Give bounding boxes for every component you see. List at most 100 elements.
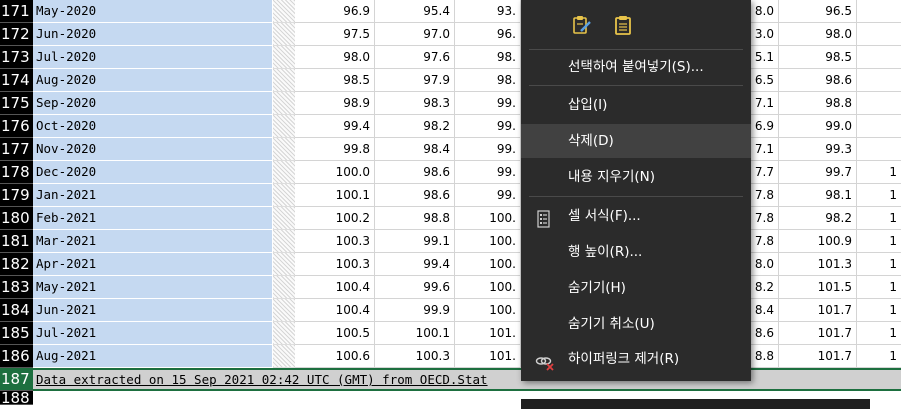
date-cell[interactable]: Jan-2021: [33, 184, 273, 207]
date-cell[interactable]: Aug-2020: [33, 69, 273, 92]
value-cell[interactable]: 99.: [455, 92, 521, 115]
row-header[interactable]: 176: [0, 115, 33, 138]
value-cell[interactable]: 98.1: [779, 184, 857, 207]
value-cell[interactable]: 101.7: [779, 322, 857, 345]
menu-item-remove-hyperlink[interactable]: 하이퍼링크 제거(R): [521, 342, 751, 376]
value-cell[interactable]: 96.9: [295, 0, 375, 23]
date-cell[interactable]: Sep-2020: [33, 92, 273, 115]
value-cell[interactable]: 100.: [455, 253, 521, 276]
value-cell[interactable]: 97.6: [375, 46, 455, 69]
date-cell[interactable]: Nov-2020: [33, 138, 273, 161]
hatched-cell[interactable]: [273, 69, 295, 92]
date-cell[interactable]: Dec-2020: [33, 161, 273, 184]
value-cell[interactable]: [857, 69, 901, 92]
value-cell[interactable]: [857, 46, 901, 69]
date-cell[interactable]: Jul-2020: [33, 46, 273, 69]
value-cell[interactable]: [857, 92, 901, 115]
date-cell[interactable]: Jun-2021: [33, 299, 273, 322]
value-cell[interactable]: [857, 115, 901, 138]
value-cell[interactable]: 98.: [455, 69, 521, 92]
menu-item-row-height[interactable]: 행 높이(R)...: [521, 235, 751, 269]
value-cell[interactable]: 99.4: [375, 253, 455, 276]
hatched-cell[interactable]: [273, 230, 295, 253]
hatched-cell[interactable]: [273, 115, 295, 138]
date-cell[interactable]: Jul-2021: [33, 322, 273, 345]
value-cell[interactable]: 93.: [455, 0, 521, 23]
value-cell[interactable]: 100.4: [295, 276, 375, 299]
value-cell[interactable]: 99.9: [375, 299, 455, 322]
value-cell[interactable]: 101.7: [779, 345, 857, 368]
value-cell[interactable]: [857, 0, 901, 23]
value-cell[interactable]: 101.3: [779, 253, 857, 276]
value-cell[interactable]: 99.: [455, 184, 521, 207]
value-cell[interactable]: 100.3: [295, 253, 375, 276]
value-cell[interactable]: 98.0: [779, 23, 857, 46]
value-cell[interactable]: 100.4: [295, 299, 375, 322]
date-cell[interactable]: Mar-2021: [33, 230, 273, 253]
value-cell[interactable]: 97.5: [295, 23, 375, 46]
hatched-cell[interactable]: [273, 322, 295, 345]
menu-item-format-cells[interactable]: 셀 서식(F)...: [521, 199, 751, 233]
value-cell[interactable]: 98.8: [779, 92, 857, 115]
date-cell[interactable]: May-2020: [33, 0, 273, 23]
value-cell[interactable]: 98.6: [779, 69, 857, 92]
clipboard-icon[interactable]: [612, 14, 634, 36]
menu-item-clear-contents[interactable]: 내용 지우기(N): [521, 160, 751, 194]
value-cell[interactable]: 96.5: [779, 0, 857, 23]
value-cell[interactable]: 1: [857, 299, 901, 322]
source-note-cell[interactable]: Data extracted on 15 Sep 2021 02:42 UTC …: [33, 368, 901, 391]
value-cell[interactable]: 1: [857, 230, 901, 253]
value-cell[interactable]: 101.5: [779, 276, 857, 299]
row-header[interactable]: 183: [0, 276, 33, 299]
menu-item-hide[interactable]: 숨기기(H): [521, 271, 751, 305]
row-header[interactable]: 179: [0, 184, 33, 207]
value-cell[interactable]: 1: [857, 184, 901, 207]
value-cell[interactable]: 100.3: [295, 230, 375, 253]
hatched-cell[interactable]: [273, 299, 295, 322]
date-cell[interactable]: Jun-2020: [33, 23, 273, 46]
date-cell[interactable]: Apr-2021: [33, 253, 273, 276]
date-cell[interactable]: Feb-2021: [33, 207, 273, 230]
hatched-cell[interactable]: [273, 207, 295, 230]
value-cell[interactable]: 100.2: [295, 207, 375, 230]
date-cell[interactable]: May-2021: [33, 276, 273, 299]
menu-item-unhide[interactable]: 숨기기 취소(U): [521, 307, 751, 341]
value-cell[interactable]: 100.3: [375, 345, 455, 368]
row-header[interactable]: 181: [0, 230, 33, 253]
value-cell[interactable]: 100.6: [295, 345, 375, 368]
row-header[interactable]: 178: [0, 161, 33, 184]
date-cell[interactable]: Oct-2020: [33, 115, 273, 138]
value-cell[interactable]: 100.9: [779, 230, 857, 253]
row-header[interactable]: 180: [0, 207, 33, 230]
row-header[interactable]: 186: [0, 345, 33, 368]
value-cell[interactable]: 1: [857, 207, 901, 230]
hatched-cell[interactable]: [273, 23, 295, 46]
value-cell[interactable]: 1: [857, 322, 901, 345]
date-cell[interactable]: Aug-2021: [33, 345, 273, 368]
hatched-cell[interactable]: [273, 92, 295, 115]
value-cell[interactable]: 100.1: [295, 184, 375, 207]
value-cell[interactable]: [857, 138, 901, 161]
value-cell[interactable]: 99.: [455, 138, 521, 161]
value-cell[interactable]: 100.: [455, 276, 521, 299]
menu-item-insert[interactable]: 삽입(I): [521, 88, 751, 122]
row-header[interactable]: 174: [0, 69, 33, 92]
value-cell[interactable]: 100.5: [295, 322, 375, 345]
row-header[interactable]: 184: [0, 299, 33, 322]
hatched-cell[interactable]: [273, 345, 295, 368]
row-header[interactable]: 185: [0, 322, 33, 345]
value-cell[interactable]: 98.4: [375, 138, 455, 161]
row-header[interactable]: 188: [0, 391, 33, 406]
value-cell[interactable]: 98.6: [375, 184, 455, 207]
row-header[interactable]: 173: [0, 46, 33, 69]
value-cell[interactable]: 101.7: [779, 299, 857, 322]
value-cell[interactable]: 99.0: [779, 115, 857, 138]
row-header[interactable]: 182: [0, 253, 33, 276]
value-cell[interactable]: 98.0: [295, 46, 375, 69]
value-cell[interactable]: 98.8: [375, 207, 455, 230]
row-header[interactable]: 172: [0, 23, 33, 46]
value-cell[interactable]: 99.3: [779, 138, 857, 161]
hatched-cell[interactable]: [273, 276, 295, 299]
value-cell[interactable]: 100.1: [375, 322, 455, 345]
row-header[interactable]: 187: [0, 368, 33, 391]
